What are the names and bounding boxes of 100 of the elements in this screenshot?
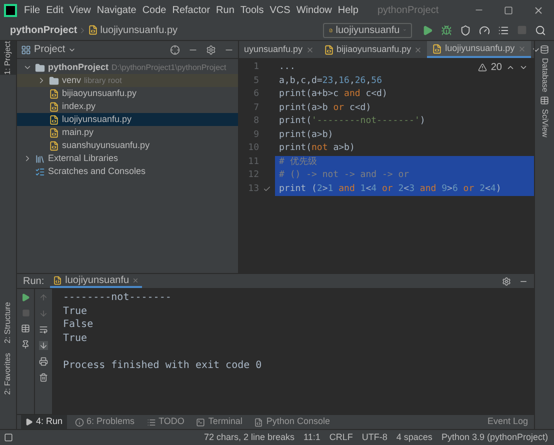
warning-icon bbox=[478, 63, 487, 72]
rerun-icon[interactable] bbox=[21, 293, 30, 302]
menu-item[interactable]: View bbox=[66, 2, 94, 18]
search-icon[interactable] bbox=[535, 24, 546, 36]
breadcrumb[interactable]: pythonProject bbox=[10, 22, 78, 38]
sciview-stripe-tab[interactable]: SciView bbox=[538, 109, 550, 138]
tree-item[interactable]: bijiaoyunsuanfu.py bbox=[17, 87, 238, 100]
breadcrumb[interactable]: luojiyunsuanfu.py bbox=[100, 22, 178, 38]
console-line: --------not------- bbox=[63, 291, 172, 304]
menu-item[interactable]: VCS bbox=[266, 2, 294, 18]
code-line: a,b,c,d=23,16,26,56 bbox=[278, 74, 383, 88]
menu-item[interactable]: Window bbox=[293, 2, 335, 18]
code-line: print(not a>b) bbox=[278, 142, 356, 155]
list-icon bbox=[146, 418, 156, 426]
maximize-icon bbox=[504, 6, 513, 14]
tree-item[interactable]: main.py bbox=[17, 126, 238, 139]
tool-window-tab[interactable]: 4: Run bbox=[21, 415, 67, 429]
project-stripe-tab[interactable]: 1: Project bbox=[0, 41, 16, 75]
panel-title[interactable]: Project bbox=[34, 42, 66, 57]
menu-item[interactable]: Run bbox=[213, 2, 238, 18]
editor-tab[interactable]: bijiaoyunsuanfu.py bbox=[318, 41, 428, 58]
menu-item[interactable]: Code bbox=[139, 2, 170, 18]
close-icon bbox=[414, 46, 422, 54]
terminal-icon bbox=[196, 418, 206, 426]
tree-item[interactable]: Scratches and Consoles bbox=[17, 165, 238, 178]
tool-window-tab[interactable]: 6: Problems bbox=[70, 415, 139, 429]
tree-item[interactable]: venv library root bbox=[17, 74, 238, 87]
run-icon[interactable] bbox=[422, 24, 433, 36]
line-number: 9 bbox=[252, 128, 259, 142]
event-log-tab[interactable]: Event Log bbox=[487, 415, 528, 429]
close-icon bbox=[518, 44, 526, 52]
editor-tab[interactable]: uyunsuanfu.py bbox=[239, 41, 319, 58]
tree-item[interactable]: pythonProject D:\pythonProject1\pythonProject bbox=[17, 61, 238, 74]
database-icon bbox=[540, 45, 549, 54]
line-number: 7 bbox=[252, 102, 259, 114]
wrap-icon[interactable] bbox=[39, 325, 48, 334]
trash-icon[interactable] bbox=[39, 373, 48, 382]
warning-count[interactable]: 20 bbox=[490, 60, 502, 76]
menu-item[interactable]: Tools bbox=[237, 2, 267, 18]
tool-window-tab[interactable]: Terminal bbox=[192, 415, 246, 429]
print-icon[interactable] bbox=[39, 357, 48, 366]
menu-item[interactable]: Edit bbox=[43, 2, 66, 18]
menu-item[interactable]: Help bbox=[334, 2, 362, 18]
tree-label: venv bbox=[62, 74, 82, 87]
structure-stripe-tab[interactable]: 2: Structure bbox=[0, 302, 16, 344]
tree-label: pythonProject bbox=[48, 60, 109, 74]
layout-icon[interactable] bbox=[21, 324, 30, 333]
close-icon bbox=[306, 46, 314, 54]
python-icon bbox=[254, 418, 264, 426]
status-item[interactable]: 72 chars, 2 line breaks bbox=[204, 430, 295, 444]
console-line: False bbox=[63, 318, 94, 330]
tree-item[interactable]: External Libraries bbox=[17, 152, 238, 165]
line-number: 11 bbox=[247, 156, 259, 168]
tree-item[interactable]: suanshuyunsuanfu.py bbox=[17, 139, 238, 152]
close-icon bbox=[533, 4, 544, 16]
status-item[interactable]: UTF-8 bbox=[362, 430, 388, 444]
python-file-icon bbox=[432, 44, 442, 54]
tool-window-tab[interactable]: TODO bbox=[142, 415, 188, 429]
folder-icon bbox=[35, 62, 45, 72]
locate-icon bbox=[170, 44, 180, 54]
tree-item[interactable]: index.py bbox=[17, 100, 238, 113]
python-file-icon bbox=[49, 102, 59, 112]
status-item[interactable]: 11:1 bbox=[304, 430, 320, 444]
line-number: 13 bbox=[247, 182, 259, 196]
coverage-icon[interactable] bbox=[460, 24, 471, 36]
menu-item[interactable]: File bbox=[21, 2, 44, 18]
tree-label: suanshuyunsuanfu.py bbox=[62, 138, 150, 152]
database-stripe-tab[interactable]: Database bbox=[538, 58, 550, 92]
info-icon bbox=[74, 418, 84, 426]
tree-label: bijiaoyunsuanfu.py bbox=[62, 86, 137, 100]
line-number: 10 bbox=[247, 142, 259, 155]
pin-icon[interactable] bbox=[21, 340, 30, 349]
run-config-dropdown[interactable]: luojiyunsuanfu bbox=[323, 22, 412, 38]
project-view-icon bbox=[21, 44, 31, 54]
line-number: 6 bbox=[252, 88, 259, 101]
tree-label: External Libraries bbox=[48, 152, 118, 165]
python-file-icon bbox=[88, 25, 98, 35]
debug-icon[interactable] bbox=[441, 24, 452, 36]
run-label: Run: bbox=[23, 274, 44, 288]
scroll-end-icon[interactable] bbox=[39, 341, 48, 350]
tree-item[interactable]: luojiyunsuanfu.py bbox=[17, 113, 238, 126]
status-item[interactable]: 4 spaces bbox=[396, 430, 432, 444]
favorites-stripe-tab[interactable]: 2: Favorites bbox=[0, 353, 16, 395]
menu-item[interactable]: Navigate bbox=[94, 2, 140, 18]
console-line: Process finished with exit code 0 bbox=[63, 358, 263, 371]
path-hint: library root bbox=[84, 74, 122, 86]
close-icon bbox=[132, 276, 140, 284]
python-icon bbox=[329, 26, 333, 34]
tool-windows-icon bbox=[4, 433, 13, 442]
menu-item[interactable]: Refactor bbox=[169, 2, 214, 18]
python-file-icon bbox=[49, 114, 59, 124]
tool-window-tab[interactable]: Python Console bbox=[250, 415, 334, 429]
editor-tab[interactable]: luojiyunsuanfu.py bbox=[427, 41, 531, 58]
code-line: print(a+b>c and c<d) bbox=[278, 88, 388, 101]
console-line: True bbox=[63, 332, 88, 344]
status-item[interactable]: CRLF bbox=[329, 430, 353, 444]
line-number: 8 bbox=[252, 115, 259, 128]
python-file-icon bbox=[324, 44, 334, 54]
table-icon bbox=[540, 96, 549, 106]
status-item[interactable]: Python 3.9 (pythonProject) bbox=[441, 430, 548, 444]
